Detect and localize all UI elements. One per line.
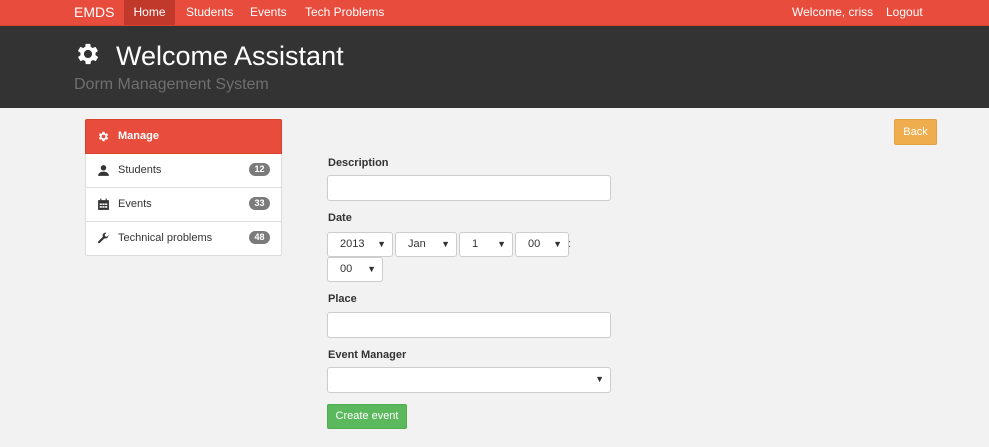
nav-events[interactable]: Events <box>250 0 287 25</box>
welcome-user-link[interactable]: Welcome, criss <box>792 0 873 25</box>
calendar-icon <box>98 198 109 210</box>
chevron-down-icon: ▼ <box>497 239 506 249</box>
chevron-down-icon: ▼ <box>595 374 604 384</box>
year-value: 2013 <box>340 238 365 250</box>
nav-tech-problems[interactable]: Tech Problems <box>305 0 384 25</box>
sidebar-item-events[interactable]: Events 33 <box>85 188 282 222</box>
sidebar-item-students[interactable]: Students 12 <box>85 154 282 188</box>
sidebar-item-label: Technical problems <box>118 232 213 244</box>
gear-icon <box>77 43 99 65</box>
event-manager-label: Event Manager <box>328 349 407 361</box>
description-label: Description <box>328 157 389 169</box>
count-badge: 33 <box>249 197 270 210</box>
chevron-down-icon: ▼ <box>441 239 450 249</box>
sidebar-nav: Manage Students 12 Events 33 Technical p… <box>85 119 282 256</box>
date-label: Date <box>328 212 352 224</box>
wrench-icon <box>97 232 109 244</box>
sidebar-item-label: Manage <box>118 130 159 142</box>
month-select[interactable]: Jan ▼ <box>395 232 457 257</box>
place-label: Place <box>328 293 357 305</box>
logout-link[interactable]: Logout <box>886 0 923 25</box>
nav-students[interactable]: Students <box>186 0 233 25</box>
create-event-button[interactable]: Create event <box>327 404 407 429</box>
chevron-down-icon: ▼ <box>377 239 386 249</box>
chevron-down-icon: ▼ <box>553 239 562 249</box>
sidebar-item-label: Students <box>118 164 162 176</box>
page-title: Welcome Assistant <box>116 41 344 71</box>
sidebar-item-technical-problems[interactable]: Technical problems 48 <box>85 222 282 256</box>
user-icon <box>98 165 109 176</box>
page-subtitle: Dorm Management System <box>74 76 269 93</box>
description-input[interactable] <box>327 175 611 201</box>
minute-select[interactable]: 00 ▼ <box>327 257 383 282</box>
gear-icon <box>98 131 109 142</box>
hour-select[interactable]: 00 ▼ <box>515 232 569 257</box>
month-value: Jan <box>408 238 426 250</box>
year-select[interactable]: 2013 ▼ <box>327 232 393 257</box>
page-header: Welcome Assistant Dorm Management System <box>0 26 989 108</box>
brand-link[interactable]: EMDS <box>74 0 114 25</box>
count-badge: 12 <box>249 163 270 176</box>
sidebar-item-manage[interactable]: Manage <box>85 119 282 154</box>
sidebar-item-label: Events <box>118 198 152 210</box>
nav-home[interactable]: Home <box>124 0 175 25</box>
place-input[interactable] <box>327 312 611 338</box>
hour-value: 00 <box>528 238 541 250</box>
event-manager-select[interactable]: ▼ <box>327 367 611 393</box>
chevron-down-icon: ▼ <box>367 264 376 274</box>
minute-value: 00 <box>340 263 353 275</box>
count-badge: 48 <box>249 231 270 244</box>
time-separator: : <box>568 238 572 250</box>
day-value: 1 <box>472 238 479 250</box>
back-button[interactable]: Back <box>894 119 937 145</box>
top-navbar: EMDS Home Students Events Tech Problems … <box>0 0 989 26</box>
day-select[interactable]: 1 ▼ <box>459 232 513 257</box>
